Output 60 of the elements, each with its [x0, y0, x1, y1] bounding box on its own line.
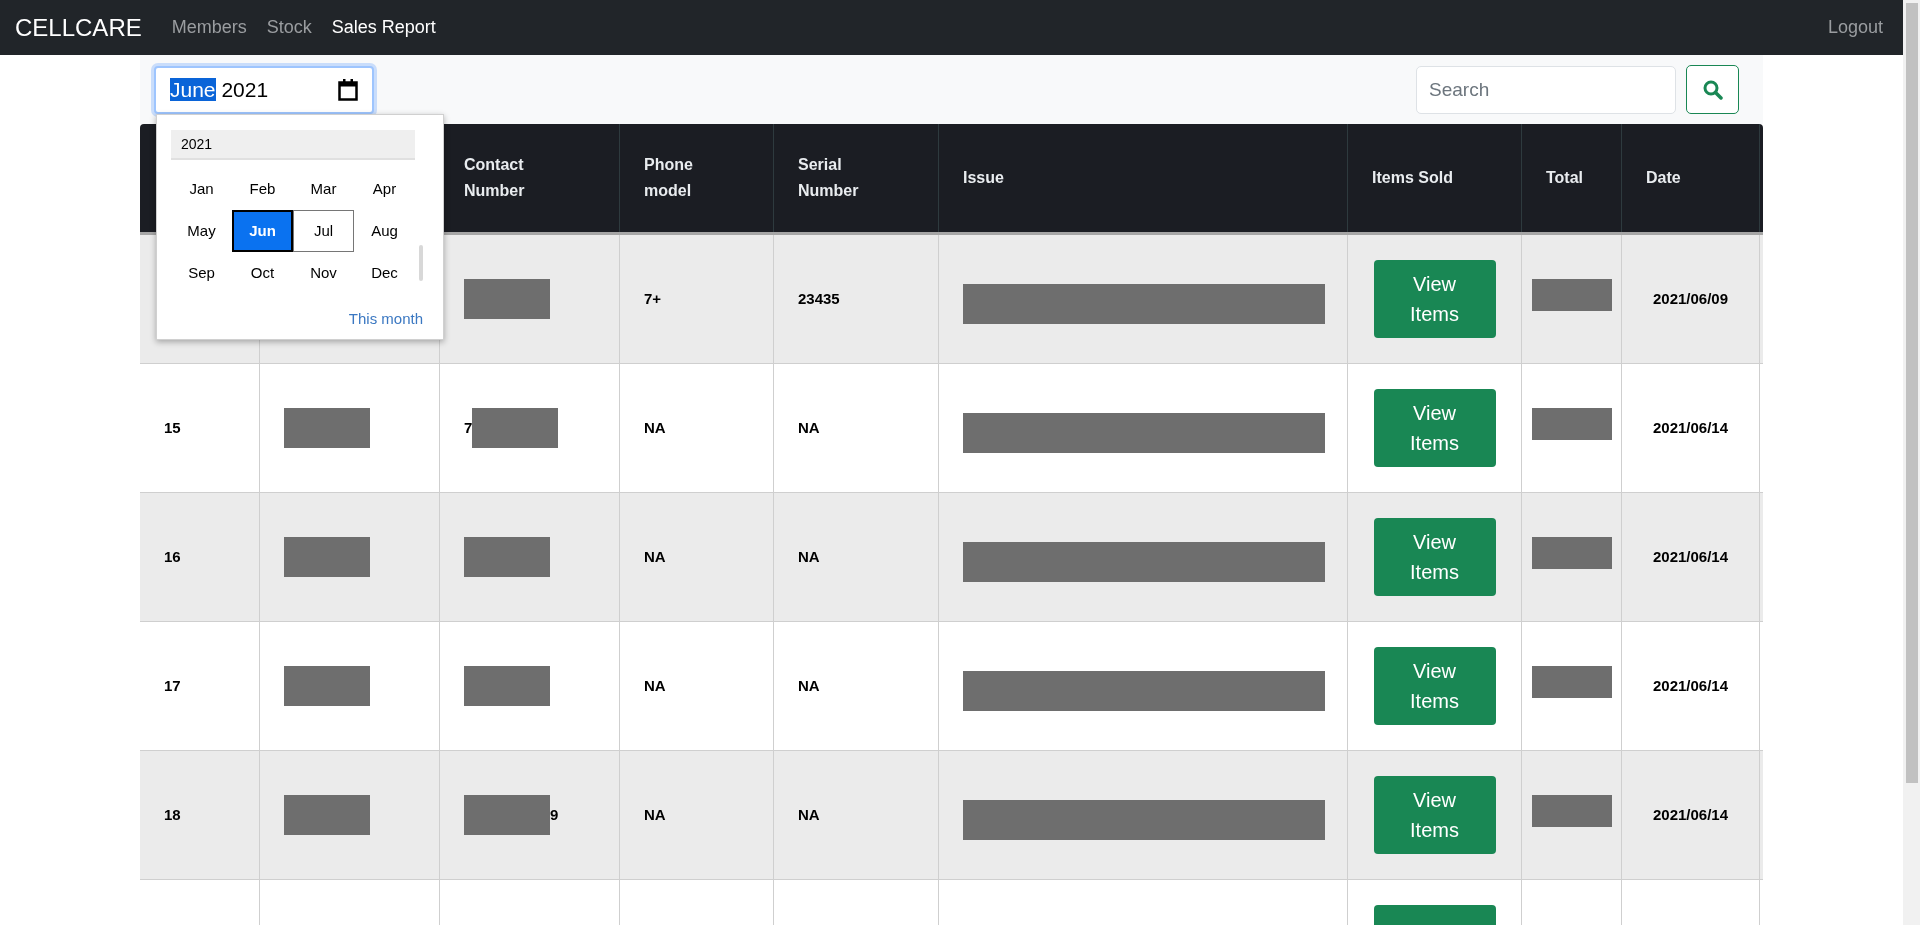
column-header: Date [1646, 168, 1681, 188]
month-option[interactable]: Mar [293, 168, 354, 210]
month-option[interactable]: Sep [171, 252, 232, 294]
scrollbar[interactable] [1903, 0, 1920, 925]
month-field[interactable]: June 2021 [154, 65, 374, 114]
month-option[interactable]: Jan [171, 168, 232, 210]
search-field[interactable]: Search [1416, 65, 1676, 114]
month-option[interactable]: Jul [293, 210, 354, 252]
table-cell-text: NA [798, 417, 820, 438]
table-cell-text: NA [798, 546, 820, 567]
calendar-icon[interactable] [338, 78, 358, 101]
month-option[interactable]: Aug [354, 210, 415, 252]
table-cell-text: 9 [550, 804, 559, 825]
table-cell-text: NA [644, 417, 666, 438]
table-cell-text: 17 [164, 675, 181, 696]
logout-link[interactable]: Logout [1827, 14, 1883, 41]
table-cell-text: 15 [164, 417, 181, 438]
table-cell-text: 7 [464, 417, 473, 438]
brand-logo[interactable]: CELLCARE [15, 9, 142, 46]
column-header: Total [1546, 168, 1584, 188]
table-cell-text: NA [644, 804, 666, 825]
table-cell-text: 7+ [644, 288, 662, 309]
this-month-link[interactable]: This month [348, 308, 423, 331]
year-header: 2021 [171, 130, 415, 160]
table-cell-text: NA [644, 675, 666, 696]
table-cell-text: 18 [164, 804, 181, 825]
table-cell-text: 2021/06/14 [1652, 546, 1729, 567]
table-cell-text: 2021/06/14 [1652, 675, 1729, 696]
table-cell-text: NA [798, 804, 820, 825]
search-icon [1702, 79, 1723, 100]
month-option[interactable]: Feb [232, 168, 293, 210]
nav-link[interactable]: Members [171, 14, 247, 41]
view-items-button[interactable]: View Items [1373, 260, 1496, 338]
table-cell-text: 16 [164, 546, 181, 567]
table-cell-text: NA [798, 675, 820, 696]
month-option[interactable]: Apr [354, 168, 415, 210]
month-option[interactable]: May [171, 210, 232, 252]
view-items-button[interactable]: View Items [1373, 518, 1496, 596]
table-cell-text: 2021/06/14 [1652, 417, 1729, 438]
view-items-button[interactable]: View Items [1373, 776, 1496, 854]
table-cell-text: 23435 [798, 288, 840, 309]
column-header: Items Sold [1372, 168, 1453, 188]
table-cell-text: 2021/06/14 [1652, 804, 1729, 825]
table-cell-text: 2021/06/09 [1652, 288, 1729, 309]
column-header: Issue [963, 168, 1004, 188]
month-option[interactable]: Jun [232, 210, 293, 252]
month-value: June 2021 [170, 76, 269, 103]
column-header: Contact Number [464, 155, 526, 201]
picker-scrollbar[interactable] [419, 245, 423, 281]
column-header: Phone model [644, 155, 694, 201]
nav-link[interactable]: Stock [266, 14, 312, 41]
view-items-button[interactable]: View Items [1373, 647, 1496, 725]
month-option[interactable]: Dec [354, 252, 415, 294]
search-button[interactable] [1686, 65, 1739, 114]
table-cell-text: NA [644, 546, 666, 567]
nav-link[interactable]: Sales Report [331, 14, 436, 41]
column-header: Serial Number [798, 155, 860, 201]
view-items-button[interactable]: View Items [1373, 389, 1496, 467]
month-option[interactable]: Oct [232, 252, 293, 294]
month-option[interactable]: Nov [293, 252, 354, 294]
